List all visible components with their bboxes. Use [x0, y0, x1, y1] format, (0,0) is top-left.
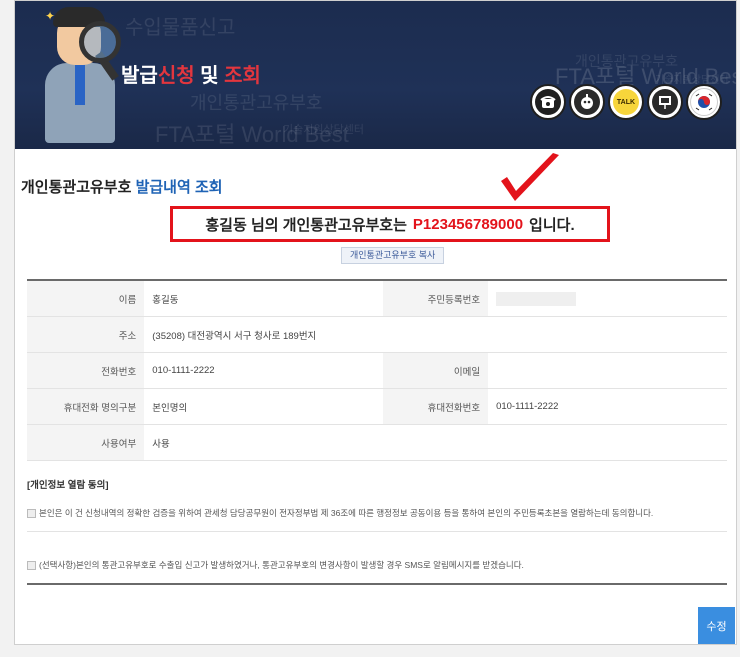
- consent-text: 본인은 이 건 신청내역의 정확한 검증을 위하여 관세청 담당공무원이 전자정…: [39, 508, 654, 518]
- info-table: 이름 홍길동 주민등록번호 주소 (35208) 대전광역시 서구 청사로 18…: [27, 279, 727, 461]
- presentation-icon[interactable]: [647, 84, 683, 120]
- rrn-label: 주민등록번호: [382, 280, 489, 317]
- consent-title: [개인정보 열람 동의]: [27, 480, 109, 491]
- talk-label: TALK: [613, 89, 639, 115]
- table-row: 주소 (35208) 대전광역시 서구 청사로 189번지: [27, 316, 727, 353]
- mobile-value: 010-1111-2222: [488, 388, 727, 425]
- rrn-value: [488, 280, 727, 317]
- table-row: 이름 홍길동 주민등록번호: [27, 280, 727, 317]
- taegeuk-icon[interactable]: [686, 84, 722, 120]
- name-label: 이름: [27, 280, 145, 317]
- sms-consent-text: (선택사항)본인의 통관고유부호로 수출입 신고가 발생하였거나, 통관고유부호…: [39, 560, 524, 570]
- sms-consent-item: (선택사항)본인의 통관고유부호로 수출입 신고가 발생하였거나, 통관고유부호…: [27, 559, 727, 571]
- customs-code-number: P123456789000: [412, 215, 524, 233]
- address-label: 주소: [27, 316, 145, 353]
- banner-title-text: 조회: [224, 65, 261, 87]
- talk-icon[interactable]: TALK: [608, 84, 644, 120]
- use-label: 사용여부: [27, 424, 145, 461]
- edit-button[interactable]: 수정: [698, 607, 735, 644]
- page-frame: 수입물품신고 개인통관고유부호 개인통관고유부호 FTA포털 World Bes…: [14, 0, 737, 645]
- customs-code-result: 홍길동 님의 개인통관고유부호는 P123456789000 입니다.: [170, 206, 610, 242]
- email-value: [488, 352, 727, 389]
- divider: [27, 531, 727, 532]
- page-title: 개인통관고유부호 발급내역 조회: [21, 176, 223, 197]
- address-value: (35208) 대전광역시 서구 청사로 189번지: [144, 316, 727, 353]
- phone-label: 전화번호: [27, 352, 145, 389]
- result-suffix: 입니다.: [529, 216, 575, 234]
- banner-title: 발급신청 및 조회: [121, 59, 261, 88]
- robot-icon[interactable]: [569, 84, 605, 120]
- page-title-highlight: 발급내역 조회: [135, 179, 223, 196]
- rrn-masked-field: [496, 291, 577, 306]
- mobile-label: 휴대전화번호: [382, 388, 489, 425]
- result-prefix: 홍길동 님의 개인통관고유부호는: [205, 216, 407, 234]
- mobile-owner-label: 휴대전화 명의구분: [27, 388, 145, 425]
- checkmark-icon: [501, 153, 559, 201]
- name-value: 홍길동: [144, 280, 383, 317]
- banner-title-text: 및: [194, 65, 225, 87]
- banner-watermark: 수입물품신고: [125, 17, 236, 39]
- banner-watermark: 개인통관고유부호: [190, 93, 323, 113]
- table-row: 사용여부 사용: [27, 424, 727, 461]
- mobile-owner-value: 본인명의: [144, 388, 383, 425]
- mascot-tie: [75, 65, 85, 105]
- banner-title-text: 신청: [157, 65, 195, 87]
- table-row: 휴대전화 명의구분 본인명의 휴대전화번호 010-1111-2222: [27, 388, 727, 425]
- phone-icon[interactable]: [530, 84, 566, 120]
- copy-code-button[interactable]: 개인통관고유부호 복사: [341, 247, 445, 264]
- email-label: 이메일: [382, 352, 489, 389]
- banner-title-text: 발급: [121, 65, 158, 87]
- use-value: 사용: [144, 424, 727, 461]
- banner-watermark: 기술지원상담센터: [283, 124, 364, 136]
- sms-consent-checkbox[interactable]: [27, 561, 36, 571]
- header-banner: 수입물품신고 개인통관고유부호 개인통관고유부호 FTA포털 World Bes…: [15, 1, 736, 149]
- page-title-text: 개인통관고유부호: [21, 179, 136, 196]
- phone-value: 010-1111-2222: [144, 352, 383, 389]
- divider: [27, 583, 727, 585]
- consent-checkbox[interactable]: [27, 509, 36, 519]
- magnifier-icon: [79, 21, 121, 63]
- table-row: 전화번호 010-1111-2222 이메일: [27, 352, 727, 389]
- consent-item: 본인은 이 건 신청내역의 정확한 검증을 위하여 관세청 담당공무원이 전자정…: [27, 507, 727, 519]
